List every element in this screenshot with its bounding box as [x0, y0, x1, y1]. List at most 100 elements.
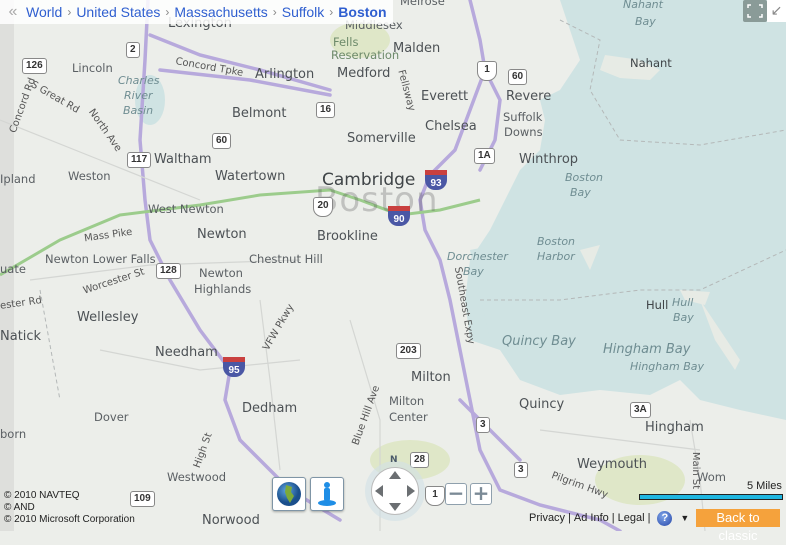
- pan-left-icon[interactable]: [375, 485, 383, 497]
- place-label: Dedham: [242, 401, 298, 416]
- legal-link[interactable]: Legal: [618, 512, 645, 524]
- place-label: uate: [0, 262, 26, 276]
- route-shield: 1: [425, 486, 445, 506]
- breadcrumb-united-states[interactable]: United States: [76, 4, 160, 20]
- pan-compass[interactable]: N: [371, 455, 419, 515]
- zoom-in-button[interactable]: +: [470, 483, 492, 505]
- scale-label: 5 Miles: [747, 480, 782, 492]
- place-label: born: [0, 427, 27, 441]
- minimize-button[interactable]: ↙: [767, 0, 786, 22]
- water-label: Harbor: [537, 250, 575, 263]
- route-shield: 20: [313, 197, 333, 217]
- north-indicator: N: [390, 455, 398, 465]
- place-label: Medford: [337, 66, 391, 81]
- place-label: Somerville: [347, 131, 416, 146]
- route-shield: 60: [212, 133, 232, 149]
- place-label: Dover: [94, 410, 129, 424]
- place-label: Ipland: [0, 172, 36, 186]
- water-label: Hull: [672, 296, 694, 309]
- place-label: Downs: [504, 125, 543, 139]
- place-label: Center: [389, 410, 428, 424]
- help-icon[interactable]: ?: [657, 510, 673, 526]
- route-shield: 126: [22, 58, 47, 74]
- place-label: Hingham: [645, 420, 704, 435]
- water-label: Bay: [635, 15, 656, 28]
- copyright-notice: © 2010 NAVTEQ © AND © 2010 Microsoft Cor…: [4, 490, 135, 526]
- copyright-line: © 2010 Microsoft Corporation: [4, 514, 135, 525]
- route-shield: 203: [396, 343, 421, 359]
- fullscreen-button[interactable]: [743, 0, 767, 22]
- route-shield: 2: [126, 42, 140, 58]
- place-label: Waltham: [154, 152, 212, 167]
- route-shield: 3A: [630, 402, 651, 418]
- place-label: Weston: [68, 169, 111, 183]
- place-label: Revere: [506, 89, 552, 104]
- arrow-down-left-icon: ↙: [770, 3, 783, 19]
- water-label: Dorchester: [447, 250, 508, 263]
- copyright-line: © AND: [4, 502, 35, 513]
- privacy-link[interactable]: Privacy: [529, 512, 565, 524]
- place-label: Suffolk: [503, 110, 543, 124]
- place-label: Wom: [697, 470, 726, 484]
- breadcrumb-current: Boston: [338, 4, 387, 20]
- water-label: Bay: [673, 311, 694, 324]
- place-label: Newton: [197, 227, 247, 242]
- place-label: Chestnut Hill: [249, 252, 323, 266]
- interstate-shield: 90: [388, 206, 410, 226]
- place-label: Hull: [646, 298, 669, 312]
- breadcrumb-suffolk[interactable]: Suffolk: [282, 4, 325, 20]
- map-style-button[interactable]: [272, 477, 306, 511]
- route-shield: 117: [127, 152, 152, 168]
- place-label: Arlington: [255, 67, 315, 82]
- route-shield: 3: [476, 417, 490, 433]
- chevron-right-icon: ›: [272, 5, 277, 19]
- divider: |: [568, 512, 571, 524]
- place-label: Weymouth: [577, 457, 647, 472]
- place-label: Winthrop: [519, 152, 579, 167]
- place-label: Cambridge: [322, 170, 416, 190]
- water-label: Quincy Bay: [502, 334, 576, 349]
- water-label: Boston: [565, 171, 604, 184]
- water-label: Bay: [463, 265, 484, 278]
- chevron-right-icon: ›: [165, 5, 170, 19]
- breadcrumb-world[interactable]: World: [26, 4, 62, 20]
- globe-icon: [277, 482, 301, 506]
- route-shield: 128: [156, 263, 181, 279]
- zoom-out-button[interactable]: −: [445, 483, 467, 505]
- route-shield: 60: [508, 69, 528, 85]
- route-shield: 28: [410, 452, 430, 468]
- streetside-button[interactable]: [310, 477, 344, 511]
- place-label: Reservation: [331, 48, 400, 62]
- place-label: Wellesley: [77, 310, 139, 325]
- place-label: Natick: [0, 329, 42, 344]
- route-shield: 3: [514, 462, 528, 478]
- footer-links: Privacy | Ad Info | Legal | ? ▼ |: [529, 510, 702, 526]
- water-label: Basin: [123, 104, 154, 117]
- person-icon: [318, 482, 336, 506]
- place-label: Belmont: [232, 106, 287, 121]
- copyright-line: © 2010 NAVTEQ: [4, 490, 80, 501]
- place-label: Lincoln: [72, 61, 113, 75]
- divider: |: [611, 512, 615, 524]
- route-shield: 1: [477, 61, 497, 81]
- interstate-shield: 93: [425, 170, 447, 190]
- collapse-breadcrumb-icon[interactable]: «: [0, 3, 26, 21]
- water-label: Bay: [570, 186, 591, 199]
- dropdown-icon[interactable]: ▼: [680, 513, 689, 523]
- pan-right-icon[interactable]: [407, 485, 415, 497]
- place-label: Quincy: [519, 397, 565, 412]
- place-label: Highlands: [194, 282, 252, 296]
- scale-bar: [639, 494, 783, 500]
- water-label: Charles: [118, 74, 160, 87]
- water-label: River: [124, 89, 153, 102]
- place-label: Needham: [155, 345, 218, 360]
- ad-info-link[interactable]: Ad Info: [574, 512, 609, 524]
- pan-down-icon[interactable]: [389, 503, 401, 511]
- back-to-classic-button[interactable]: Back to classic: [696, 509, 780, 543]
- water-label: Boston: [537, 235, 576, 248]
- breadcrumb-massachusetts[interactable]: Massachusetts: [174, 4, 267, 20]
- breadcrumb: « World › United States › Massachusetts …: [0, 0, 393, 24]
- pan-up-icon[interactable]: [389, 471, 401, 479]
- place-label: Westwood: [167, 470, 227, 484]
- place-label: Everett: [421, 89, 469, 104]
